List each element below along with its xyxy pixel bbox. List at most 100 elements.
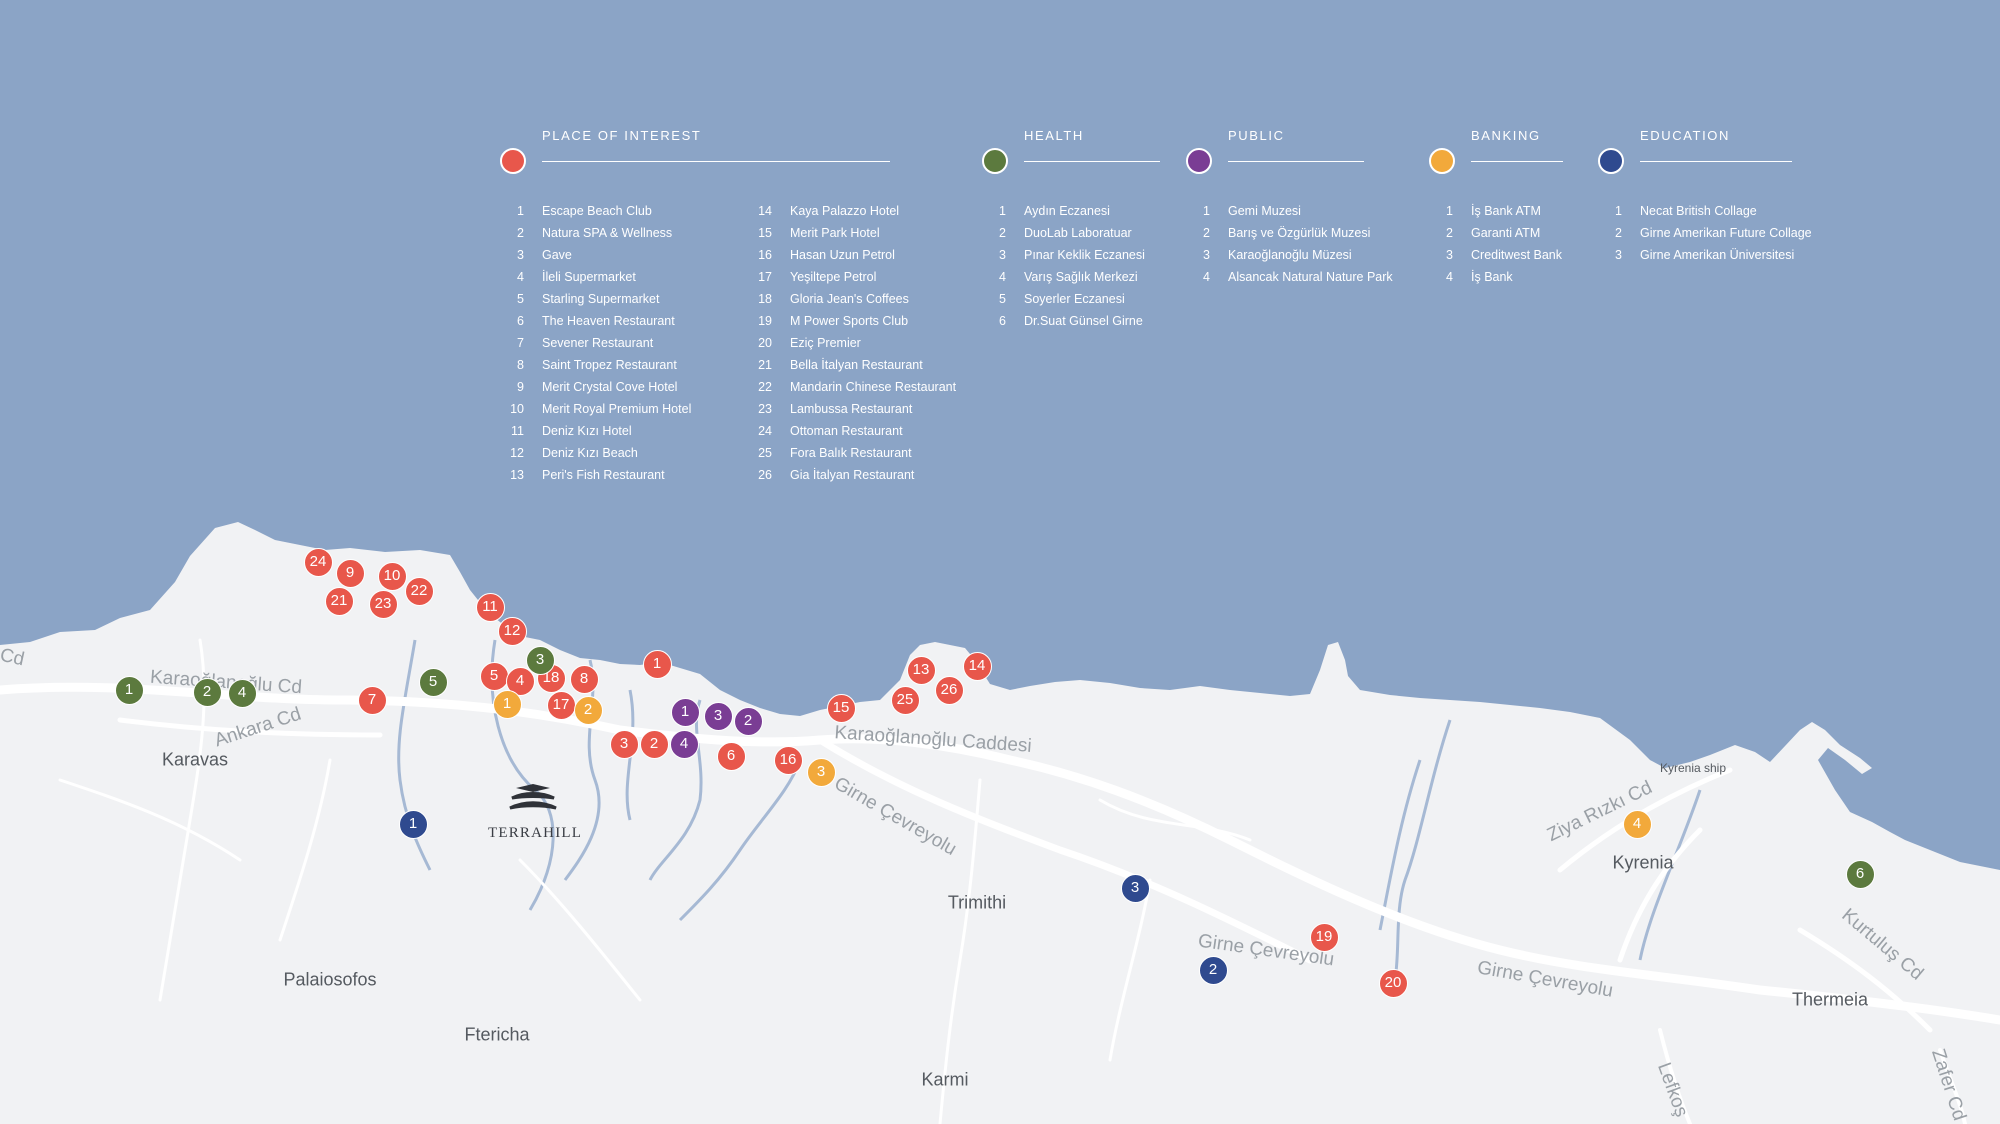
street-label: Cd [0, 644, 27, 671]
terrahill-logo-icon [509, 784, 557, 810]
poi-marker-banking-1[interactable]: 1 [492, 689, 522, 719]
poi-marker-place-of-interest-14[interactable]: 14 [962, 651, 992, 681]
legend-item: 2 Garanti ATM [1429, 222, 1562, 244]
legend-item: 6 The Heaven Restaurant [500, 310, 688, 332]
poi-marker-public-1[interactable]: 1 [670, 697, 700, 727]
poi-marker-place-of-interest-24[interactable]: 24 [303, 547, 333, 577]
poi-marker-place-of-interest-10[interactable]: 10 [377, 561, 407, 591]
legend-marker-banking [1429, 148, 1455, 174]
poi-marker-health-1[interactable]: 1 [114, 675, 144, 705]
poi-marker-banking-2[interactable]: 2 [573, 695, 603, 725]
poi-marker-education-3[interactable]: 3 [1120, 873, 1150, 903]
legend-item: 2 Natura SPA & Wellness [500, 222, 688, 244]
poi-marker-place-of-interest-7[interactable]: 7 [357, 685, 387, 715]
legend-item: 4 Alsancak Natural Nature Park [1186, 266, 1393, 288]
legend-item: 7 Sevener Restaurant [500, 332, 688, 354]
legend-item-label: İş Bank [1471, 270, 1513, 284]
legend-list: 1 Necat British Collage 2 Girne Amerikan Fu… [1598, 200, 1812, 266]
poi-marker-place-of-interest-26[interactable]: 26 [934, 675, 964, 705]
legend-item-number: 2 [1446, 226, 1453, 240]
legend-item-label: Eziç Premier [790, 336, 861, 350]
poi-marker-place-of-interest-6[interactable]: 6 [716, 741, 746, 771]
legend-list: 1 Gemi Muzesi 2 Barış ve Özgürlük Muzesi 3 Ka… [1186, 200, 1393, 288]
legend-item-number: 8 [517, 358, 524, 372]
legend-item: 4 İleli Supermarket [500, 266, 688, 288]
legend-title: PUBLIC [1228, 128, 1285, 143]
legend-item-label: Natura SPA & Wellness [542, 226, 673, 240]
legend-item-number: 4 [517, 270, 524, 284]
poi-marker-place-of-interest-13[interactable]: 13 [906, 655, 936, 685]
legend-title: PLACE OF INTEREST [542, 128, 702, 143]
legend-item: 6 Dr.Suat Günsel Girne [982, 310, 1145, 332]
poi-marker-place-of-interest-11[interactable]: 11 [475, 592, 505, 622]
poi-marker-place-of-interest-17[interactable]: 17 [546, 690, 576, 720]
legend-item: 21 Bella İtalyan Restaurant [748, 354, 956, 376]
legend-item-number: 3 [1615, 248, 1622, 262]
legend-item-number: 11 [511, 424, 524, 438]
legend-list: 1 Escape Beach Club 2 Natura SPA & Wellness… [500, 200, 691, 486]
poi-marker-health-6[interactable]: 6 [1845, 859, 1875, 889]
legend-item-number: 15 [758, 226, 772, 240]
poi-marker-place-of-interest-23[interactable]: 23 [368, 589, 398, 619]
poi-marker-health-2[interactable]: 2 [192, 677, 222, 707]
legend-item-number: 13 [510, 468, 524, 482]
poi-marker-health-4[interactable]: 4 [227, 678, 257, 708]
poi-marker-public-4[interactable]: 4 [669, 729, 699, 759]
poi-marker-banking-4[interactable]: 4 [1622, 809, 1652, 839]
legend-item: 12 Deniz Kızı Beach [500, 442, 688, 464]
legend-item: 9 Merit Crystal Cove Hotel [500, 376, 688, 398]
legend-item-label: İş Bank ATM [1471, 204, 1541, 218]
poi-marker-banking-3[interactable]: 3 [806, 757, 836, 787]
poi-marker-place-of-interest-1[interactable]: 1 [642, 649, 672, 679]
legend-item-label: Barış ve Özgürlük Muzesi [1228, 226, 1371, 240]
legend-item: 1 İş Bank ATM [1429, 200, 1562, 222]
legend-title: BANKING [1471, 128, 1541, 143]
legend-item-label: Kaya Palazzo Hotel [790, 204, 900, 218]
poi-marker-education-2[interactable]: 2 [1198, 955, 1228, 985]
legend-item-label: Sevener Restaurant [542, 336, 654, 350]
legend-item: 8 Saint Tropez Restaurant [500, 354, 688, 376]
poi-marker-place-of-interest-12[interactable]: 12 [497, 616, 527, 646]
poi-marker-health-3[interactable]: 3 [525, 645, 555, 675]
legend-item: 1 Gemi Muzesi [1186, 200, 1393, 222]
legend-public: PUBLIC 1 Gemi Muzesi 2 Barış ve Özgürlük Mu… [1186, 120, 1393, 288]
legend-item-number: 2 [517, 226, 524, 240]
legend-item-number: 25 [758, 446, 772, 460]
poi-marker-place-of-interest-21[interactable]: 21 [324, 586, 354, 616]
poi-marker-health-5[interactable]: 5 [418, 667, 448, 697]
poi-marker-place-of-interest-3[interactable]: 3 [609, 729, 639, 759]
legend-item-label: Mandarin Chinese Restaurant [790, 380, 957, 394]
poi-marker-public-2[interactable]: 2 [733, 706, 763, 736]
legend-item: 26 Gia İtalyan Restaurant [748, 464, 956, 486]
legend-item: 10 Merit Royal Premium Hotel [500, 398, 691, 420]
legend-item-label: Karaoğlanoğlu Müzesi [1228, 248, 1352, 262]
legend-item-label: Fora Balık Restaurant [790, 446, 912, 460]
legend-item-number: 6 [999, 314, 1006, 328]
poi-marker-public-3[interactable]: 3 [703, 701, 733, 731]
poi-marker-place-of-interest-20[interactable]: 20 [1378, 968, 1408, 998]
legend-list: 1 Aydın Eczanesi 2 DuoLab Laboratuar 3 Pınar … [982, 200, 1145, 332]
poi-marker-place-of-interest-2[interactable]: 2 [639, 729, 669, 759]
poi-marker-place-of-interest-19[interactable]: 19 [1309, 922, 1339, 952]
legend-item-number: 5 [517, 292, 524, 306]
poi-marker-place-of-interest-5[interactable]: 5 [479, 661, 509, 691]
poi-marker-place-of-interest-9[interactable]: 9 [335, 558, 365, 588]
poi-marker-place-of-interest-16[interactable]: 16 [773, 745, 803, 775]
poi-marker-education-1[interactable]: 1 [398, 809, 428, 839]
legend-item-label: Starling Supermarket [542, 292, 660, 306]
poi-marker-place-of-interest-22[interactable]: 22 [404, 576, 434, 606]
legend-education: EDUCATION 1 Necat British Collage 2 Girne A… [1598, 120, 1812, 266]
legend-divider [1228, 161, 1364, 162]
poi-marker-place-of-interest-15[interactable]: 15 [826, 693, 856, 723]
legend-item: 2 Barış ve Özgürlük Muzesi [1186, 222, 1393, 244]
legend-item: 5 Starling Supermarket [500, 288, 688, 310]
legend-item: 18 Gloria Jean's Coffees [748, 288, 956, 310]
legend-item-number: 4 [1446, 270, 1453, 284]
legend-item: 4 Varış Sağlık Merkezi [982, 266, 1145, 288]
poi-marker-place-of-interest-25[interactable]: 25 [890, 685, 920, 715]
legend-item-number: 3 [517, 248, 524, 262]
legend-item-label: Deniz Kızı Hotel [542, 424, 632, 438]
legend-item-label: Escape Beach Club [542, 204, 652, 218]
legend-item-number: 2 [1615, 226, 1622, 240]
poi-marker-place-of-interest-8[interactable]: 8 [569, 664, 599, 694]
